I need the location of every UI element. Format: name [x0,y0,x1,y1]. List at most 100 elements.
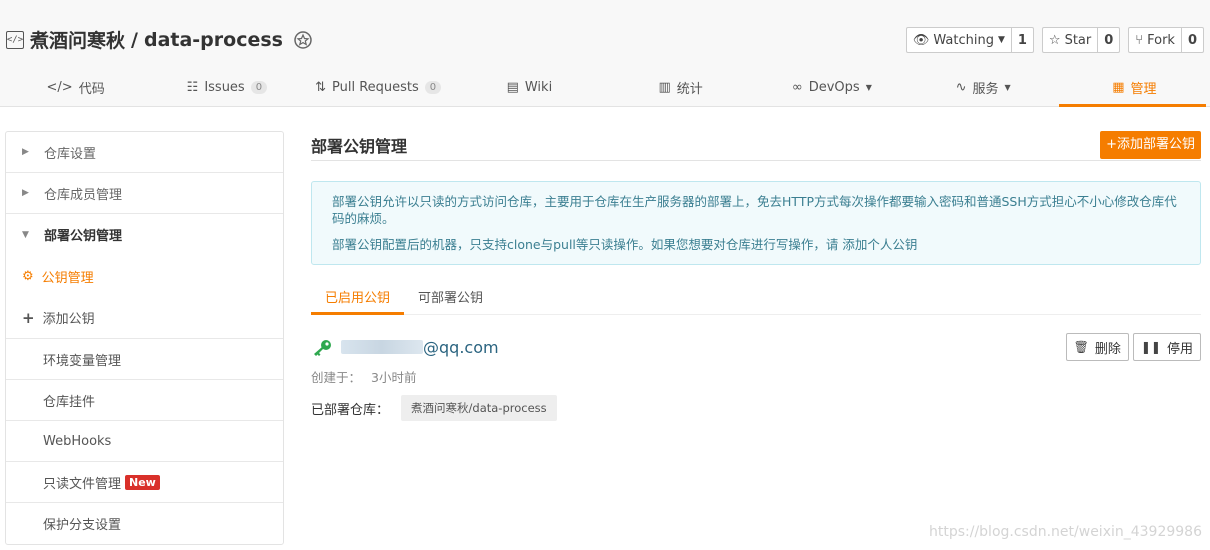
plus-icon: + [22,308,35,327]
sidebar-item-label: 添加公钥 [42,312,95,327]
key-email: @qq.com [423,337,499,357]
repo-tabs: </> 代码 ☷ Issues 0 ⇅ Pull Requests 0 ▤ Wi… [0,68,1210,107]
trash-icon: 🗑 [1073,340,1089,354]
stats-icon: ▥ [658,79,671,95]
sidebar-item-label: 只读文件管理 [43,476,122,492]
caret-right-icon: ▶ [22,188,29,198]
watermark: https://blog.csdn.net/weixin_43929986 [928,524,1202,540]
fork-button[interactable]: ⑂ Fork 0 [1128,27,1204,53]
tab-wiki[interactable]: ▤ Wiki [454,68,605,106]
add-deploy-key-button[interactable]: +添加部署公钥 [1100,131,1201,159]
tab-service-label: 服务 [972,81,999,97]
fork-icon: ⑂ [1135,32,1144,48]
tab-pull-requests-label: Pull Requests [331,79,419,95]
sidebar-item-label: 仓库成员管理 [44,187,123,203]
deployed-repos: 已部署仓库： 煮酒问寒秋/data-process [311,395,1201,421]
main-content: 部署公钥管理 +添加部署公钥 部署公钥允许以只读的方式访问仓库，主要用于仓库在生… [311,126,1201,421]
tab-deployable-keys[interactable]: 可部署公钥 [404,285,497,314]
tab-code-label: 代码 [78,81,105,97]
deployed-label: 已部署仓库： [311,402,390,418]
pause-icon: ❚❚ [1140,340,1161,354]
delete-key-button[interactable]: 🗑 删除 [1065,333,1129,361]
pull-request-icon: ⇅ [315,79,326,95]
disable-label: 停用 [1166,341,1193,357]
service-icon: ∿ [955,79,967,95]
tab-stats[interactable]: ▥ 统计 [605,68,756,106]
repo-name-link[interactable]: data-process [144,29,283,51]
watching-button[interactable]: 👁 Watching ▼ 1 [905,27,1034,53]
issues-icon: ☷ [186,79,199,95]
star-button[interactable]: ☆ Star 0 [1041,27,1121,53]
chevron-down-icon: ▼ [865,82,872,92]
tab-service[interactable]: ∿ 服务 ▼ [908,68,1059,106]
sidebar-item-label: 保护分支设置 [43,518,122,533]
info-text-1: 部署公钥允许以只读的方式访问仓库，主要用于仓库在生产服务器的部署上，免去HTTP… [332,194,1177,226]
devops-icon: ∞ [791,79,803,95]
key-identity: @qq.com [311,338,499,357]
star-icon: ☆ [1048,32,1061,48]
fork-label: Fork [1147,32,1175,48]
sidebar-item-add-key[interactable]: + 添加公钥 [6,297,283,339]
sidebar-item-members[interactable]: ▶ 仓库成员管理 [6,173,283,214]
repo-owner-link[interactable]: 煮酒问寒秋 [30,26,125,53]
sidebar-item-branch-protect[interactable]: 保护分支设置 [6,503,283,544]
sidebar-item-env-vars[interactable]: 环境变量管理 [6,339,283,380]
key-actions: 🗑 删除 ❚❚ 停用 [1065,333,1201,361]
sidebar-item-repo-settings[interactable]: ▶ 仓库设置 [6,132,283,173]
page-title: 部署公钥管理 [311,137,408,156]
watching-label: Watching [933,32,994,48]
pull-requests-count-badge: 0 [424,80,442,94]
created-value: 3小时前 [371,370,417,385]
watching-count: 1 [1017,32,1027,48]
sidebar-item-readonly-files[interactable]: 只读文件管理 New [6,462,283,503]
deployed-repo-tag[interactable]: 煮酒问寒秋/data-process [401,395,557,421]
sidebar-item-key-manage[interactable]: ⚙ 公钥管理 [6,255,283,297]
tab-stats-label: 统计 [676,81,703,97]
tab-wiki-label: Wiki [524,79,553,95]
repo-header: </> 煮酒问寒秋 / data-process 👁 Watching ▼ 1 ☆ S… [0,0,1210,107]
manage-icon: ▦ [1112,79,1125,95]
key-icon [314,340,331,356]
repo-actions: 👁 Watching ▼ 1 ☆ Star 0 ⑂ Fork 0 [905,27,1204,53]
sidebar-item-deploy-keys[interactable]: ▼ 部署公钥管理 [6,214,283,255]
code-icon: </> [46,79,73,95]
repo-code-icon: </> [6,30,24,49]
sidebar-item-plugins[interactable]: 仓库挂件 [6,380,283,421]
caret-down-icon: ▼ [22,229,29,240]
new-badge: New [125,474,160,490]
repo-separator: / [131,28,138,51]
issues-count-badge: 0 [250,80,268,94]
redacted-email [341,340,423,354]
tab-issues-label: Issues [204,79,245,95]
gear-icon: ⚙ [22,268,34,284]
star-label: Star [1064,32,1092,48]
tab-enabled-keys[interactable]: 已启用公钥 [311,285,405,315]
fork-count: 0 [1187,32,1197,48]
tab-code[interactable]: </> 代码 [0,68,151,106]
sidebar-item-label: 部署公钥管理 [44,229,123,244]
sidebar-item-label: WebHooks [43,433,112,449]
settings-sidebar: ▶ 仓库设置 ▶ 仓库成员管理 ▼ 部署公钥管理 ⚙ 公钥管理 + 添加公钥 环… [5,131,284,545]
sidebar-item-label: 仓库设置 [44,146,97,162]
sidebar-item-label: 公钥管理 [41,270,94,286]
main-header: 部署公钥管理 +添加部署公钥 [311,126,1201,161]
tab-devops-label: DevOps [808,79,860,95]
key-item: @qq.com 🗑 删除 ❚❚ 停用 [311,333,1201,361]
wiki-icon: ▤ [506,79,519,95]
star-count: 0 [1104,32,1114,48]
sidebar-item-webhooks[interactable]: WebHooks [6,421,283,462]
tab-manage[interactable]: ▦ 管理 [1058,68,1210,107]
eye-icon: 👁 [912,32,930,48]
key-created: 创建于： 3小时前 [311,367,1201,386]
info-text-2: 部署公钥配置后的机器，只支持clone与pull等只读操作。如果您想要对仓库进行… [332,237,918,252]
delete-label: 删除 [1094,341,1121,357]
tab-issues[interactable]: ☷ Issues 0 [151,68,302,106]
sidebar-item-label: 环境变量管理 [43,353,122,369]
disable-key-button[interactable]: ❚❚ 停用 [1132,333,1201,361]
tab-devops[interactable]: ∞ DevOps ▼ [756,68,907,106]
created-label: 创建于： [311,370,362,385]
caret-right-icon: ▶ [22,147,29,157]
tab-pull-requests[interactable]: ⇅ Pull Requests 0 [303,68,454,106]
info-box: 部署公钥允许以只读的方式访问仓库，主要用于仓库在生产服务器的部署上，免去HTTP… [311,181,1201,265]
key-tabs: 已启用公钥 可部署公钥 [311,285,1201,315]
